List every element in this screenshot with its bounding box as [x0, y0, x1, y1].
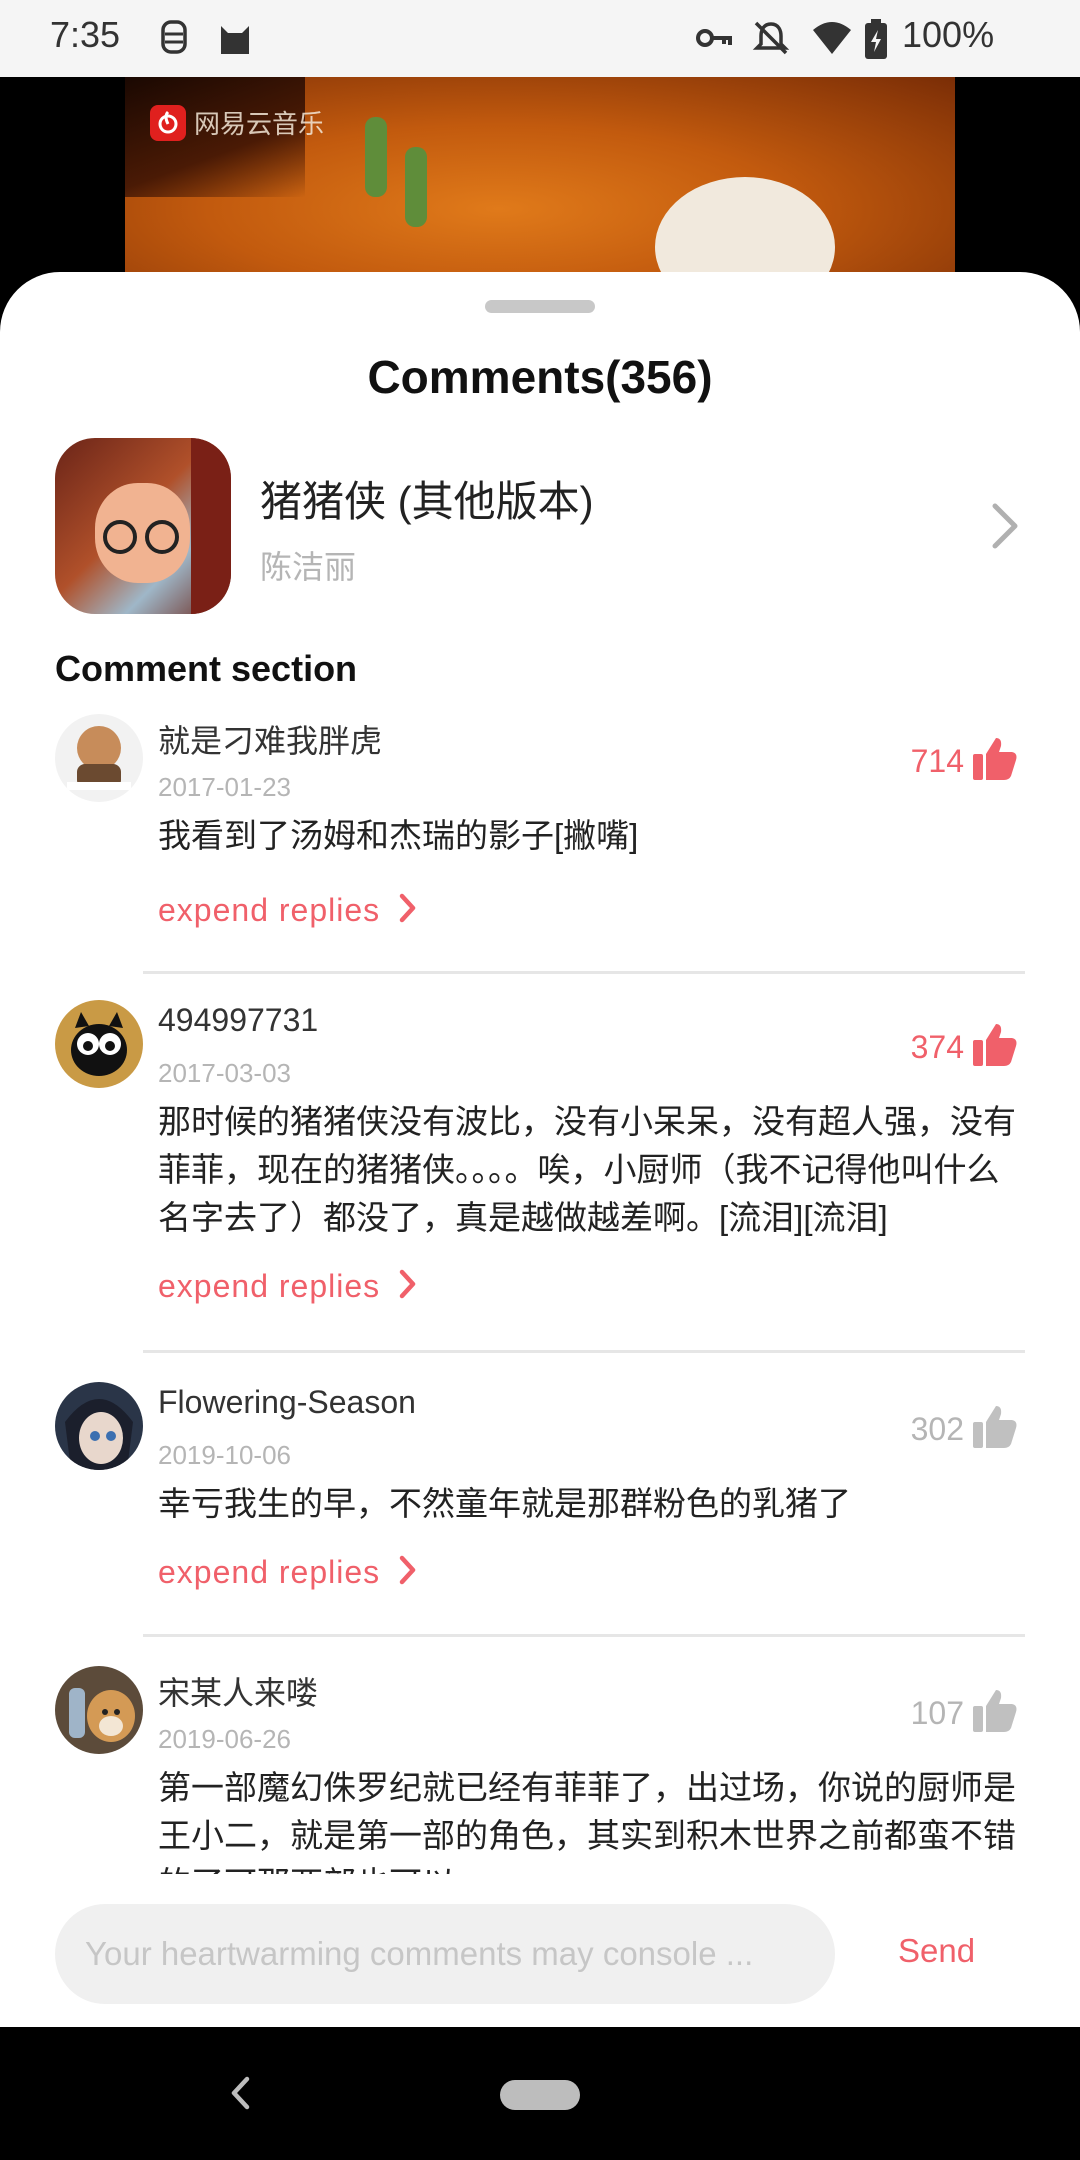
- thumbs-up-icon: [970, 1402, 1020, 1457]
- avatar[interactable]: [55, 1382, 143, 1470]
- video-plant-decoration: [405, 147, 427, 227]
- like-count: 107: [910, 1695, 964, 1731]
- cover-character-glasses: [145, 520, 179, 554]
- video-plant-decoration: [365, 117, 387, 197]
- back-icon[interactable]: [225, 2073, 255, 2113]
- send-button[interactable]: Send: [898, 1932, 975, 1970]
- song-artist: 陈洁丽: [260, 549, 357, 585]
- wifi-icon: [811, 18, 851, 58]
- comment-author[interactable]: 494997731: [158, 1002, 318, 1039]
- expand-replies-button[interactable]: expend replies: [158, 892, 418, 929]
- video-player[interactable]: 网易云音乐: [125, 77, 955, 297]
- like-button[interactable]: 374: [911, 1020, 1020, 1075]
- video-watermark-text: 网易云音乐: [194, 109, 325, 139]
- comment-input-bar: Send: [0, 1874, 1080, 2027]
- thumbs-up-icon: [970, 734, 1020, 789]
- navigation-bar: [0, 2027, 1080, 2160]
- chevron-right-icon[interactable]: [985, 498, 1025, 554]
- cover-wall: [191, 438, 231, 614]
- key-icon: [694, 18, 734, 58]
- comment-input[interactable]: [55, 1904, 835, 2004]
- expand-replies-button[interactable]: expend replies: [158, 1268, 418, 1305]
- expand-replies-button[interactable]: expend replies: [158, 1554, 418, 1591]
- expand-replies-label: expend replies: [158, 892, 381, 928]
- like-count: 302: [910, 1411, 964, 1447]
- sheet-drag-handle[interactable]: [485, 300, 595, 313]
- battery-charging-icon: [862, 18, 890, 59]
- video-watermark: 网易云音乐: [150, 104, 324, 141]
- home-pill[interactable]: [500, 2080, 580, 2110]
- comment-divider: [143, 1634, 1025, 1637]
- comments-sheet: Comments(356) 猪猪侠 (其他版本) 陈洁丽 Comment sec…: [0, 272, 1080, 2027]
- mute-bell-icon: [751, 18, 791, 58]
- comment-divider: [143, 971, 1025, 974]
- comment-date: 2017-03-03: [158, 1058, 291, 1088]
- comment-text: 那时候的猪猪侠没有波比，没有小呆呆，没有超人强，没有菲菲，现在的猪猪侠。。。。唉…: [158, 1103, 1016, 1236]
- netease-music-logo-icon: [150, 104, 186, 141]
- like-button[interactable]: 714: [911, 734, 1020, 789]
- face-icon: [155, 18, 195, 58]
- status-time: 7:35: [50, 14, 121, 55]
- expand-replies-label: expend replies: [158, 1268, 381, 1304]
- comment-list[interactable]: 就是刁难我胖虎 2017-01-23 714 我看到了汤姆和杰瑞的影子[撇嘴] …: [0, 714, 1080, 1874]
- comment-text: 第一部魔幻侏罗纪就已经有菲菲了，出过场，你说的厨师是王小二，就是第一部的角色，其…: [158, 1769, 1016, 1874]
- battery-percentage: 100%: [902, 14, 995, 55]
- comment-text: 我看到了汤姆和杰瑞的影子[撇嘴]: [158, 817, 639, 854]
- thumbs-up-icon: [970, 1686, 1020, 1741]
- like-count: 374: [910, 1029, 964, 1065]
- comment-divider: [143, 1350, 1025, 1353]
- expand-replies-label: expend replies: [158, 1554, 381, 1590]
- comment-author[interactable]: 宋某人来喽: [158, 1668, 318, 1714]
- comment-input-container: [55, 1904, 835, 2004]
- like-button[interactable]: 302: [911, 1402, 1020, 1457]
- song-title: 猪猪侠 (其他版本): [260, 478, 594, 525]
- chevron-right-icon: [398, 892, 418, 929]
- like-button[interactable]: 107: [911, 1686, 1020, 1741]
- comment-date: 2019-10-06: [158, 1440, 291, 1470]
- song-card[interactable]: 猪猪侠 (其他版本) 陈洁丽: [55, 438, 1025, 614]
- cover-character-glasses: [103, 520, 137, 554]
- like-count: 714: [910, 743, 964, 779]
- comment-author[interactable]: 就是刁难我胖虎: [158, 716, 382, 762]
- status-bar: 7:35 100%: [0, 0, 1080, 77]
- avatar[interactable]: [55, 1666, 143, 1754]
- comment-section-title: Comment section: [55, 648, 358, 689]
- chevron-right-icon: [398, 1554, 418, 1591]
- screen: 7:35 100% 网易云音乐 Comments(356) 猪猪侠 (其他版本)…: [0, 0, 1080, 2160]
- song-cover-image: [55, 438, 231, 614]
- sheet-title: Comments(356): [367, 351, 713, 403]
- comment-author[interactable]: Flowering-Season: [158, 1384, 416, 1421]
- comment-text: 幸亏我生的早，不然童年就是那群粉色的乳猪了: [158, 1485, 851, 1522]
- comment-date: 2019-06-26: [158, 1724, 291, 1754]
- avatar[interactable]: [55, 714, 143, 802]
- comment-date: 2017-01-23: [158, 772, 291, 802]
- cat-icon: [215, 18, 255, 58]
- avatar[interactable]: [55, 1000, 143, 1088]
- chevron-right-icon: [398, 1268, 418, 1305]
- thumbs-up-icon: [970, 1020, 1020, 1075]
